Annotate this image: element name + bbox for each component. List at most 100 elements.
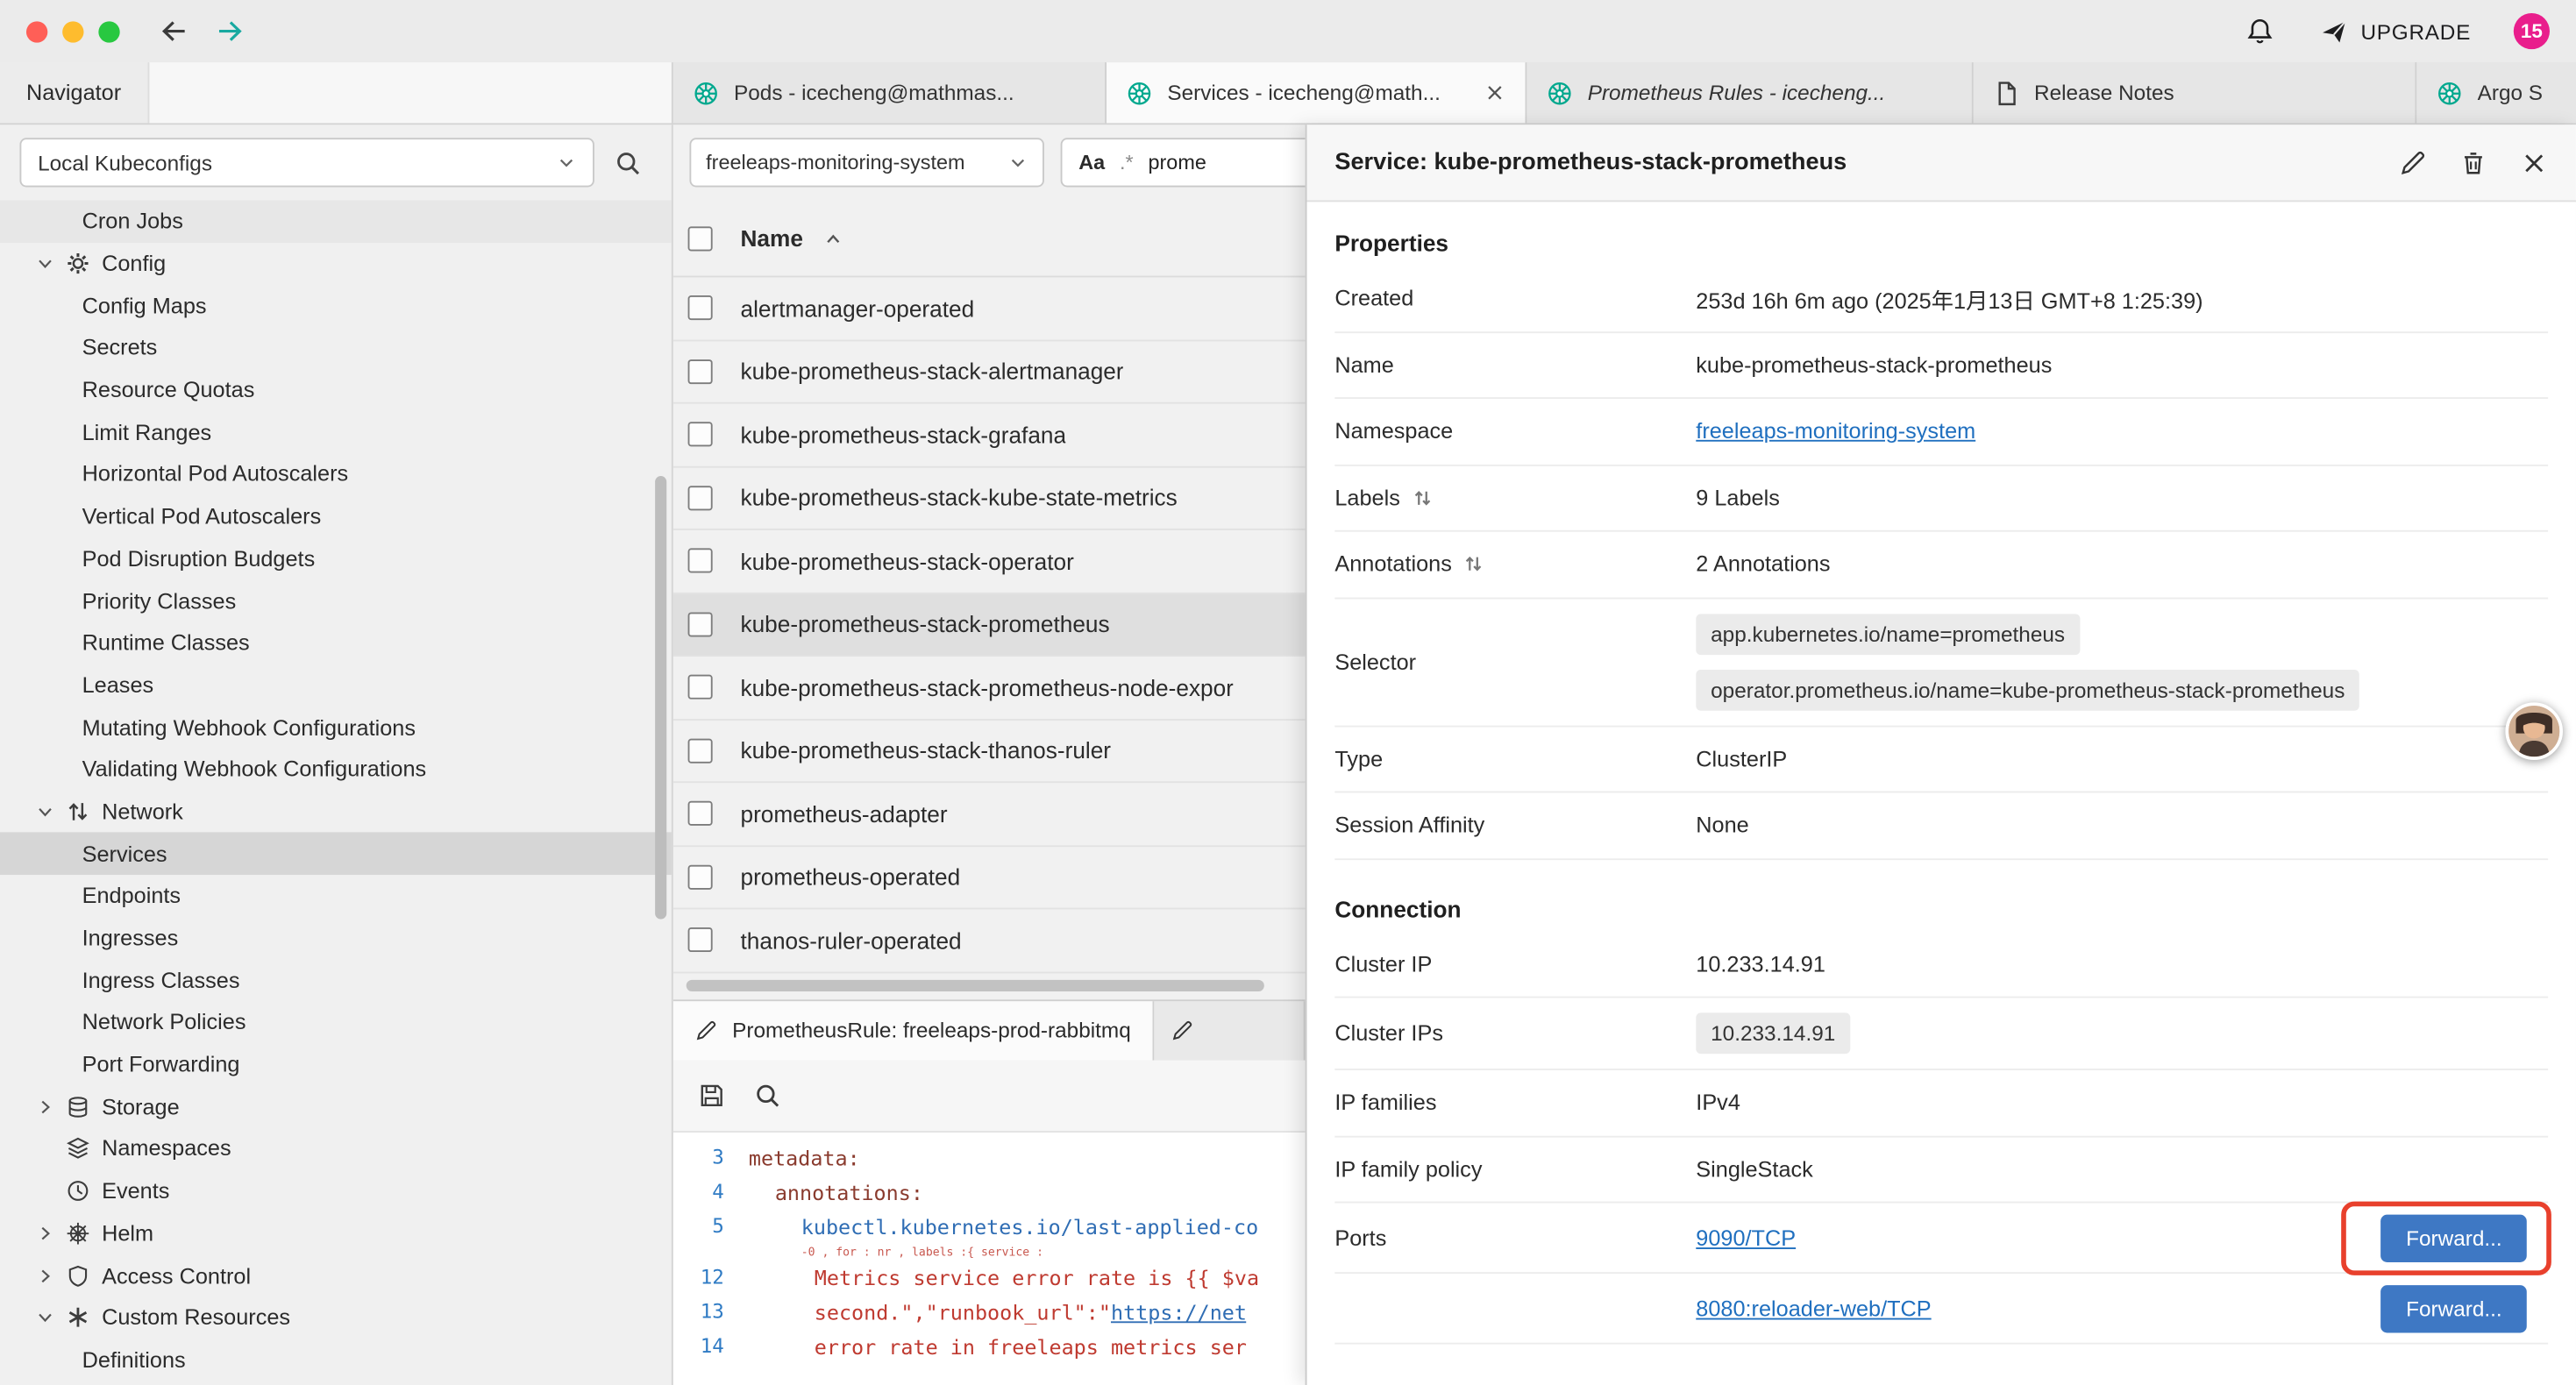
table-row-alertmanager-operated[interactable]: alertmanager-operated	[673, 277, 1306, 340]
notifications-bell-icon[interactable]	[2245, 17, 2274, 46]
sidebar-item-ingress-classes[interactable]: Ingress Classes	[0, 959, 672, 1001]
detail-label: Ports	[1334, 1225, 1696, 1250]
sidebar-item-cron-jobs[interactable]: Cron Jobs	[0, 200, 672, 242]
sidebar-item-config[interactable]: Config	[0, 243, 672, 285]
sort-ascending-icon[interactable]	[822, 227, 843, 248]
row-checkbox[interactable]	[688, 359, 713, 384]
zoom-window-button[interactable]	[98, 20, 119, 41]
dock-tab-partial[interactable]	[1154, 1000, 1306, 1059]
sidebar-item-horizontal-pod-autoscalers[interactable]: Horizontal Pod Autoscalers	[0, 453, 672, 495]
row-checkbox[interactable]	[688, 296, 713, 321]
row-checkbox[interactable]	[688, 486, 713, 510]
sidebar-search-icon[interactable]	[614, 148, 642, 176]
dock-tab-prometheusrule[interactable]: PrometheusRule: freeleaps-prod-rabbitmq	[673, 1000, 1154, 1059]
table-row-kube-prometheus-stack-thanos-ruler[interactable]: kube-prometheus-stack-thanos-ruler	[673, 720, 1306, 783]
editor-search-icon[interactable]	[753, 1081, 781, 1109]
table-row-thanos-ruler-operated[interactable]: thanos-ruler-operated	[673, 909, 1306, 972]
sidebar-item-vertical-pod-autoscalers[interactable]: Vertical Pod Autoscalers	[0, 495, 672, 537]
row-checkbox[interactable]	[688, 864, 713, 889]
sidebar-item-mutating-webhook-configurations[interactable]: Mutating Webhook Configurations	[0, 707, 672, 749]
sidebar-item-priority-classes[interactable]: Priority Classes	[0, 579, 672, 621]
chevron-down-icon[interactable]	[36, 253, 66, 273]
close-icon[interactable]	[2520, 148, 2548, 176]
sidebar-item-config-maps[interactable]: Config Maps	[0, 285, 672, 327]
port-link[interactable]: 8080:reloader-web/TCP	[1696, 1296, 1931, 1320]
table-row-kube-prometheus-stack-operator[interactable]: kube-prometheus-stack-operator	[673, 530, 1306, 593]
chevron-right-icon[interactable]	[36, 1097, 66, 1116]
search-input[interactable]: Aa .* prome	[1061, 138, 1306, 187]
regex-toggle[interactable]: .*	[1120, 151, 1134, 174]
tab-release-notes[interactable]: Release Notes	[1974, 62, 2417, 123]
sidebar-item-limit-ranges[interactable]: Limit Ranges	[0, 411, 672, 453]
sidebar-item-storage[interactable]: Storage	[0, 1086, 672, 1128]
row-checkbox[interactable]	[688, 738, 713, 763]
table-row-kube-prometheus-stack-prometheus-node-ex[interactable]: kube-prometheus-stack-prometheus-node-ex…	[673, 657, 1306, 720]
forward-button[interactable]: Forward...	[2381, 1214, 2527, 1261]
sidebar-item-events[interactable]: Events	[0, 1170, 672, 1212]
sidebar-item-secrets[interactable]: Secrets	[0, 327, 672, 369]
row-checkbox[interactable]	[688, 423, 713, 447]
sidebar-item-validating-webhook-configurations[interactable]: Validating Webhook Configurations	[0, 749, 672, 791]
delete-trash-icon[interactable]	[2459, 148, 2487, 176]
kubeconfig-selector[interactable]: Local Kubeconfigs	[19, 138, 594, 187]
tab-argo-s[interactable]: Argo S	[2416, 62, 2576, 123]
horizontal-scrollbar-thumb[interactable]	[687, 980, 1264, 991]
chevron-right-icon[interactable]	[36, 1266, 66, 1285]
table-row-kube-prometheus-stack-alertmanager[interactable]: kube-prometheus-stack-alertmanager	[673, 341, 1306, 404]
tab-pods-icecheng-mathmas[interactable]: Pods - icecheng@mathmas...	[673, 62, 1107, 123]
sidebar-item-custom-resources[interactable]: Custom Resources	[0, 1296, 672, 1339]
row-checkbox[interactable]	[688, 612, 713, 636]
save-icon[interactable]	[698, 1081, 726, 1109]
row-checkbox[interactable]	[688, 927, 713, 952]
sidebar-item-port-forwarding[interactable]: Port Forwarding	[0, 1043, 672, 1085]
chevron-down-icon[interactable]	[36, 1308, 66, 1327]
sidebar-item-network[interactable]: Network	[0, 791, 672, 833]
row-checkbox[interactable]	[688, 675, 713, 700]
code-text: Metrics service error rate is {{ $va	[749, 1265, 1259, 1289]
match-case-toggle[interactable]: Aa	[1078, 151, 1105, 174]
assistant-avatar[interactable]	[2505, 702, 2563, 760]
sidebar-item-services[interactable]: Services	[0, 833, 672, 875]
row-checkbox[interactable]	[688, 801, 713, 826]
notification-count-badge[interactable]: 15	[2514, 13, 2550, 49]
tab-close-icon[interactable]	[1484, 82, 1505, 103]
sidebar-item-helm[interactable]: Helm	[0, 1212, 672, 1254]
forward-button[interactable]: Forward...	[2381, 1284, 2527, 1332]
chevron-down-icon[interactable]	[36, 802, 66, 821]
table-row-kube-prometheus-stack-prometheus[interactable]: kube-prometheus-stack-prometheus	[673, 593, 1306, 657]
select-all-checkbox[interactable]	[688, 225, 713, 250]
name-column-header[interactable]: Name	[740, 225, 802, 252]
yaml-editor[interactable]: 3metadata:4annotations:5kubectl.kubernet…	[673, 1132, 1306, 1385]
sidebar-item-ingresses[interactable]: Ingresses	[0, 917, 672, 959]
sidebar-item-leases[interactable]: Leases	[0, 664, 672, 707]
namespace-filter[interactable]: freeleaps-monitoring-system	[689, 138, 1043, 187]
sidebar-scrollbar[interactable]	[655, 476, 666, 920]
tab-prometheus-rules-icecheng[interactable]: Prometheus Rules - icecheng...	[1526, 62, 1973, 123]
sidebar-item-namespaces[interactable]: Namespaces	[0, 1128, 672, 1170]
sort-toggle-icon[interactable]	[1463, 554, 1484, 575]
table-row-kube-prometheus-stack-kube-state-metrics[interactable]: kube-prometheus-stack-kube-state-metrics	[673, 467, 1306, 530]
table-row-prometheus-adapter[interactable]: prometheus-adapter	[673, 783, 1306, 846]
tab-services-icecheng-math[interactable]: Services - icecheng@math...	[1107, 62, 1526, 123]
horizontal-scrollbar[interactable]	[673, 972, 1306, 998]
chevron-right-icon[interactable]	[36, 1224, 66, 1243]
sidebar-item-pod-disruption-budgets[interactable]: Pod Disruption Budgets	[0, 537, 672, 579]
sidebar-item-resource-quotas[interactable]: Resource Quotas	[0, 369, 672, 411]
row-checkbox[interactable]	[688, 549, 713, 573]
sidebar-item-access-control[interactable]: Access Control	[0, 1254, 672, 1296]
table-row-kube-prometheus-stack-grafana[interactable]: kube-prometheus-stack-grafana	[673, 404, 1306, 467]
sidebar-item-endpoints[interactable]: Endpoints	[0, 875, 672, 917]
upgrade-button[interactable]: UPGRADE	[2320, 18, 2471, 46]
forward-arrow-icon[interactable]	[213, 15, 246, 47]
table-row-prometheus-operated[interactable]: prometheus-operated	[673, 846, 1306, 909]
edit-pencil-icon[interactable]	[2399, 148, 2427, 176]
back-arrow-icon[interactable]	[158, 15, 190, 47]
sidebar-item-network-policies[interactable]: Network Policies	[0, 1001, 672, 1043]
port-link[interactable]: 9090/TCP	[1696, 1225, 1796, 1250]
close-window-button[interactable]	[26, 20, 47, 41]
namespace-link[interactable]: freeleaps-monitoring-system	[1696, 419, 1975, 444]
sidebar-item-definitions[interactable]: Definitions	[0, 1339, 672, 1381]
sort-toggle-icon[interactable]	[1412, 487, 1433, 508]
sidebar-item-runtime-classes[interactable]: Runtime Classes	[0, 621, 672, 664]
minimize-window-button[interactable]	[62, 20, 83, 41]
